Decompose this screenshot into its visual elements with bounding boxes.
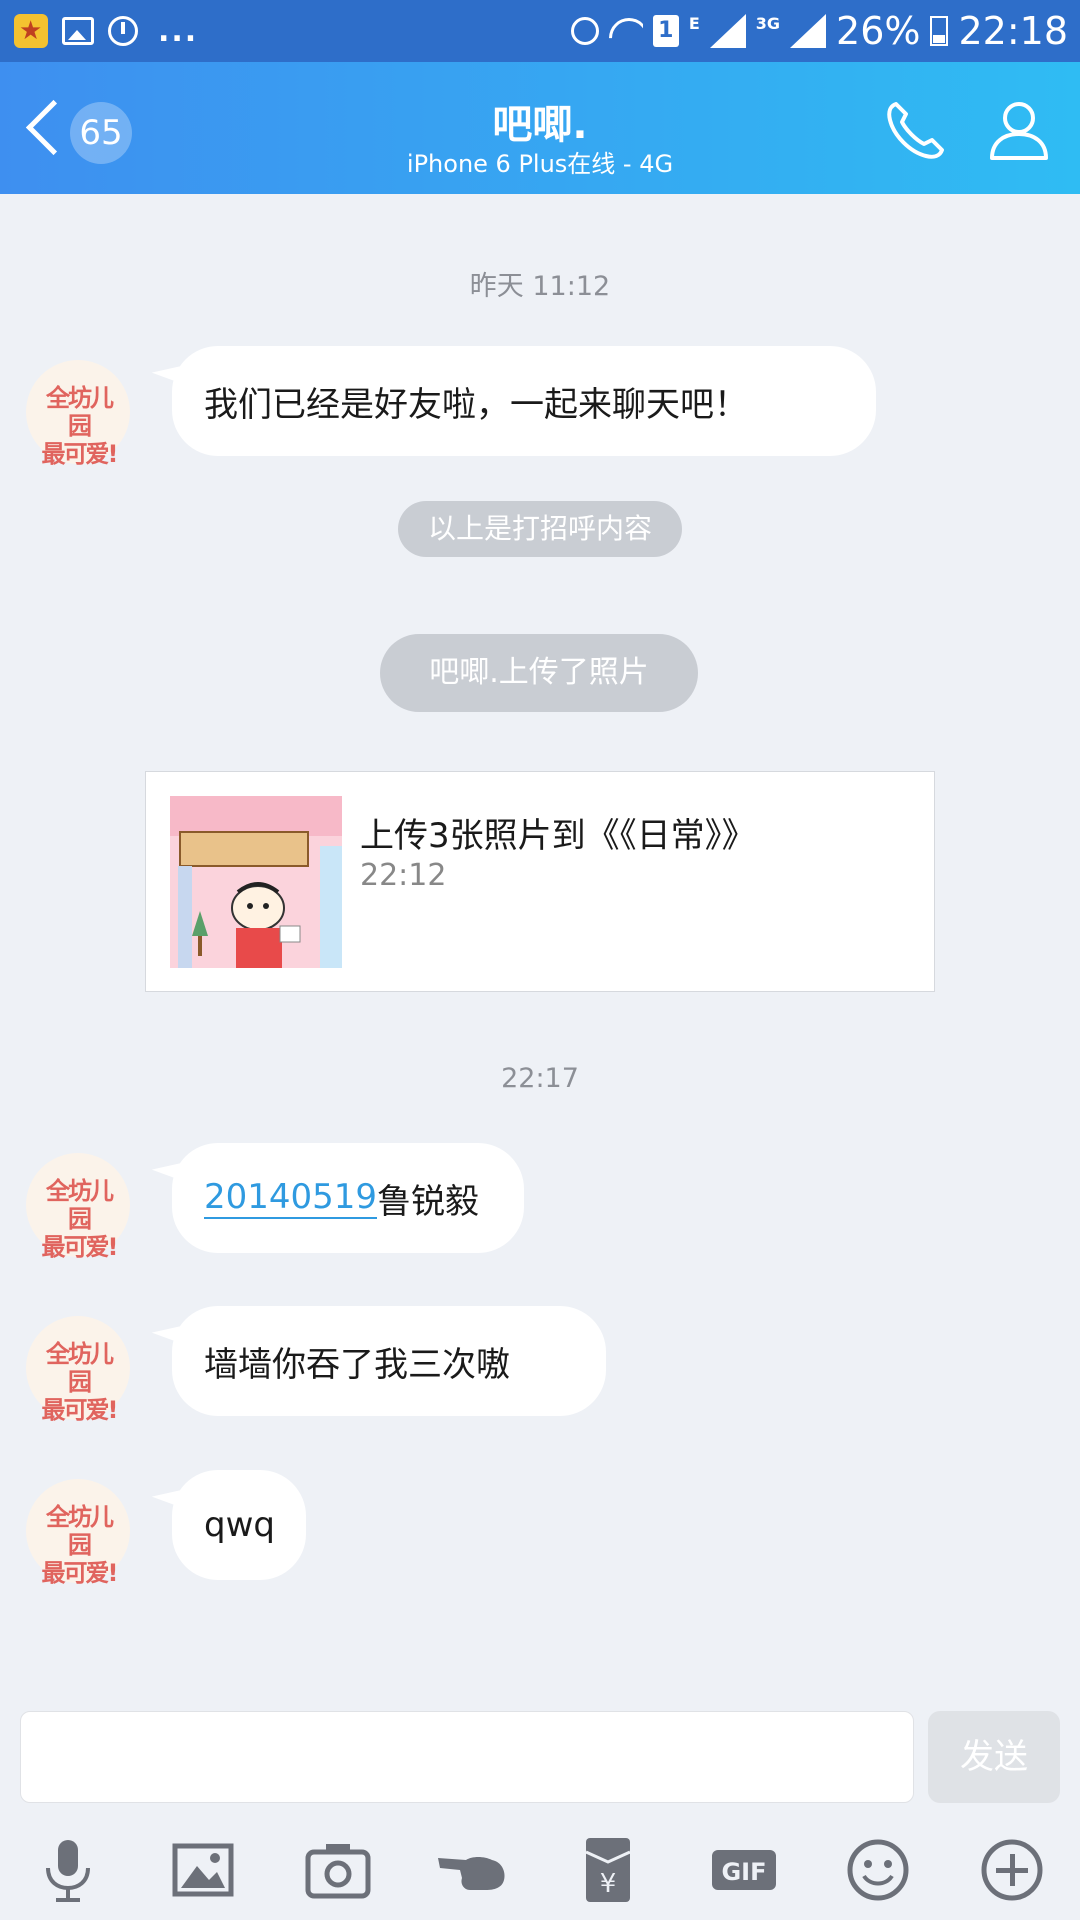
battery-icon — [930, 16, 949, 46]
avatar-text: 全坊儿园 最可爱! — [41, 1340, 119, 1424]
clock: 22:18 — [958, 9, 1068, 53]
phone-icon[interactable] — [880, 96, 950, 166]
message-text: 我们已经是好友啦，一起来聊天吧！ — [204, 384, 748, 425]
greeting-note: 以上是打招呼内容 — [398, 501, 682, 557]
message-text: qwq — [204, 1505, 275, 1545]
image-notification-icon — [62, 17, 94, 45]
red-packet-icon[interactable]: ¥ — [570, 1832, 646, 1908]
status-bar: ... 1 E 3G 26% 22:18 — [0, 0, 1080, 62]
camera-icon[interactable] — [300, 1832, 376, 1908]
plus-icon[interactable] — [974, 1832, 1050, 1908]
alarm-icon — [570, 17, 599, 45]
network-type-e: E — [688, 14, 700, 33]
message-bubble[interactable]: qwq — [172, 1470, 306, 1580]
contact-status: iPhone 6 Plus在线 - 4G — [406, 150, 674, 178]
timestamp: 22:17 — [501, 1063, 579, 1094]
unread-count-badge[interactable]: 65 — [70, 102, 132, 164]
avatar[interactable]: 全坊儿园 最可爱! — [26, 1153, 130, 1261]
share-time: 22:12 — [360, 858, 447, 893]
sim-icon: 1 — [652, 15, 679, 47]
back-arrow-icon[interactable] — [18, 100, 78, 160]
emoji-icon[interactable] — [840, 1832, 916, 1908]
more-notifications: ... — [158, 13, 199, 49]
message-bubble[interactable]: 我们已经是好友啦，一起来聊天吧！ — [172, 346, 876, 456]
app-notification-icon — [14, 14, 48, 48]
upload-note: 吧唧.上传了照片 — [380, 634, 698, 712]
contact-name: 吧唧. — [492, 102, 588, 148]
profile-icon[interactable] — [984, 96, 1054, 166]
signal-icon-2 — [790, 14, 827, 48]
avatar-text: 全坊儿园 最可爱! — [41, 1177, 119, 1261]
send-button[interactable]: 发送 — [928, 1711, 1060, 1803]
chat-header: 65 吧唧. iPhone 6 Plus在线 - 4G — [0, 62, 1080, 194]
message-bubble[interactable]: 20140519 鲁锐毅 — [172, 1143, 524, 1253]
status-right: 1 E 3G 26% 22:18 — [570, 8, 1068, 54]
message-text: 鲁锐毅 — [377, 1181, 480, 1222]
avatar-text: 全坊儿园 最可爱! — [41, 384, 119, 468]
gif-icon[interactable]: GIF — [706, 1832, 782, 1908]
message-input[interactable] — [20, 1711, 914, 1803]
avatar-text: 全坊儿园 最可爱! — [41, 1503, 119, 1587]
album-thumbnail — [170, 796, 342, 968]
input-toolbar: ¥ GIF — [0, 1820, 1080, 1920]
sync-icon — [108, 16, 138, 46]
svg-text:GIF: GIF — [721, 1858, 766, 1886]
timestamp: 昨天 11:12 — [469, 271, 611, 302]
image-icon[interactable] — [165, 1832, 241, 1908]
message-text: 墙墙你吞了我三次嗷 — [204, 1344, 510, 1385]
message-bubble[interactable]: 墙墙你吞了我三次嗷 — [172, 1306, 606, 1416]
avatar[interactable]: 全坊儿园 最可爱! — [26, 360, 130, 468]
battery-percent: 26% — [836, 9, 921, 53]
status-left: ... — [14, 10, 198, 52]
phone-number-link[interactable]: 20140519 — [204, 1177, 378, 1219]
avatar[interactable]: 全坊儿园 最可爱! — [26, 1316, 130, 1424]
share-title: 上传3张照片到《《日常》》 — [360, 816, 756, 856]
svg-text:¥: ¥ — [600, 1869, 617, 1899]
photo-share-card[interactable]: 上传3张照片到《《日常》》 22:12 — [145, 771, 935, 992]
signal-icon — [709, 14, 746, 48]
network-type-3g: 3G — [755, 14, 781, 33]
poke-hand-icon[interactable] — [436, 1832, 512, 1908]
microphone-icon[interactable] — [30, 1832, 106, 1908]
avatar[interactable]: 全坊儿园 最可爱! — [26, 1479, 130, 1587]
wifi-icon — [609, 16, 643, 46]
